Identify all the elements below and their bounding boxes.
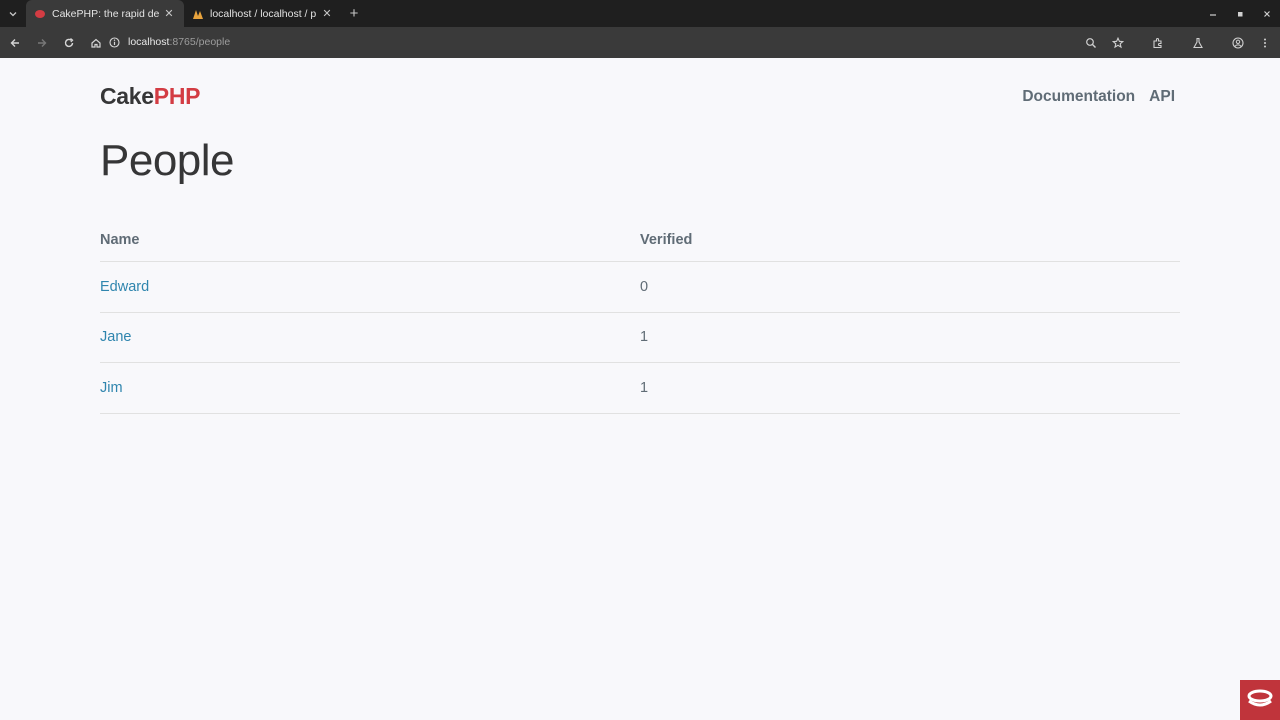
column-header-name: Name	[100, 231, 140, 248]
people-table: Name Verified Edward 0 Jane 1 Jim 1	[100, 218, 1180, 414]
window-controls	[1199, 0, 1280, 27]
tab-search-icon[interactable]	[0, 0, 26, 27]
table-header-row: Name Verified	[100, 218, 1180, 262]
person-name-link[interactable]: Jane	[100, 329, 131, 345]
verified-value: 0	[640, 278, 649, 295]
zoom-icon[interactable]	[1079, 31, 1103, 55]
table-row: Jim 1	[100, 363, 1180, 414]
phpmyadmin-favicon-icon	[193, 9, 203, 19]
brand-logo[interactable]: CakePHP	[100, 83, 201, 110]
toolbar-spacer	[1213, 31, 1223, 55]
verified-value: 1	[640, 329, 649, 346]
menu-kebab-icon[interactable]	[1253, 31, 1277, 55]
toolbar-spacer	[1173, 31, 1183, 55]
url-path: :8765/people	[169, 36, 231, 48]
toolbar-right-icons	[1079, 27, 1280, 58]
page-title: People	[100, 136, 235, 185]
site-info-icon[interactable]	[104, 36, 124, 48]
debug-kit-badge-icon[interactable]	[1240, 680, 1280, 720]
maximize-icon[interactable]	[1226, 0, 1253, 27]
cakephp-favicon-icon	[35, 9, 45, 18]
reload-icon[interactable]	[57, 31, 81, 55]
tab-close-icon[interactable]: ✕	[320, 7, 334, 20]
verified-value: 1	[640, 379, 649, 396]
toolbar-spacer	[1133, 31, 1143, 55]
tab-title: CakePHP: the rapid de	[52, 7, 160, 20]
url-host: localhost	[128, 36, 170, 48]
nav-documentation-link[interactable]: Documentation	[1022, 88, 1135, 106]
table-row: Jane 1	[100, 313, 1180, 363]
bookmark-star-icon[interactable]	[1106, 31, 1130, 55]
close-window-icon[interactable]	[1253, 0, 1280, 27]
labs-flask-icon[interactable]	[1186, 31, 1210, 55]
tab-cakephp[interactable]: CakePHP: the rapid de ✕	[26, 0, 184, 27]
brand-php: PHP	[153, 83, 201, 109]
profile-avatar-icon[interactable]	[1226, 31, 1250, 55]
extensions-icon[interactable]	[1146, 31, 1170, 55]
top-nav: Documentation API	[1008, 88, 1175, 106]
minimize-icon[interactable]	[1199, 0, 1226, 27]
tab-phpmyadmin[interactable]: localhost / localhost / p ✕	[184, 0, 342, 27]
tab-close-icon[interactable]: ✕	[162, 7, 176, 20]
brand-cake: Cake	[100, 83, 154, 109]
column-header-verified: Verified	[640, 231, 693, 248]
browser-tab-strip: CakePHP: the rapid de ✕ localhost / loca…	[0, 0, 1280, 27]
person-name-link[interactable]: Jim	[100, 380, 123, 396]
tab-title: localhost / localhost / p	[210, 7, 317, 20]
person-name-link[interactable]: Edward	[100, 279, 149, 295]
new-tab-plus-icon[interactable]: +	[342, 5, 366, 22]
back-arrow-icon[interactable]	[3, 31, 27, 55]
forward-arrow-icon[interactable]	[30, 31, 54, 55]
address-bar[interactable]: localhost:8765/people	[104, 31, 1154, 53]
table-row: Edward 0	[100, 262, 1180, 313]
nav-api-link[interactable]: API	[1149, 88, 1175, 106]
page-content: CakePHP Documentation API People Name Ve…	[0, 58, 1280, 720]
